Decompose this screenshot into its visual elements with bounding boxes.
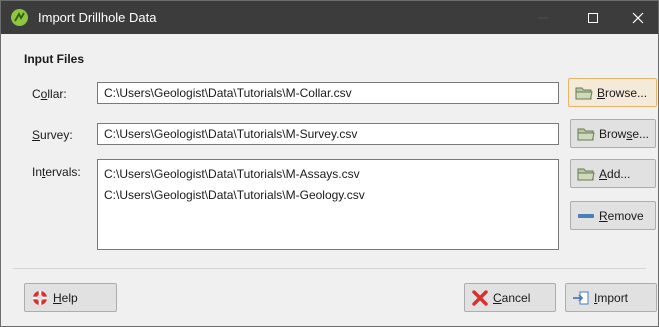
add-intervals-button[interactable]: Add... [570, 159, 656, 188]
survey-path-field[interactable]: C:\Users\Geologist\Data\Tutorials\M-Surv… [97, 123, 559, 145]
maximize-button[interactable] [570, 1, 616, 34]
add-label: Add... [599, 166, 631, 181]
close-button[interactable] [615, 1, 659, 34]
import-drillhole-dialog: Import Drillhole Data Input Files Collar… [0, 0, 659, 327]
collar-browse-button[interactable]: Browse... [568, 78, 657, 107]
app-icon [11, 9, 28, 26]
folder-icon [575, 87, 593, 99]
window-title: Import Drillhole Data [38, 10, 157, 25]
cancel-label: Cancel [493, 290, 531, 305]
title-bar[interactable]: Import Drillhole Data [1, 1, 658, 34]
list-item[interactable]: C:\Users\Geologist\Data\Tutorials\M-Geol… [104, 185, 552, 206]
maximize-icon [588, 12, 598, 23]
list-item[interactable]: C:\Users\Geologist\Data\Tutorials\M-Assa… [104, 164, 552, 185]
footer-divider [13, 268, 646, 269]
survey-browse-label: Browse... [599, 126, 650, 141]
input-files-heading: Input Files [24, 52, 84, 66]
minimize-button[interactable] [520, 1, 566, 34]
close-icon [632, 12, 644, 23]
help-label: Help [53, 290, 78, 305]
collar-label: Collar: [32, 87, 67, 101]
collar-path-field[interactable]: C:\Users\Geologist\Data\Tutorials\M-Coll… [97, 82, 559, 104]
import-arrow-icon [573, 291, 589, 304]
intervals-label: Intervals: [32, 165, 81, 179]
folder-icon [577, 128, 595, 140]
help-button[interactable]: Help [24, 283, 117, 312]
folder-icon [577, 168, 595, 180]
cancel-button[interactable]: Cancel [464, 283, 556, 312]
lifebuoy-icon [33, 290, 47, 305]
remove-label: Remove [599, 208, 644, 223]
intervals-file-list[interactable]: C:\Users\Geologist\Data\Tutorials\M-Assa… [97, 159, 559, 250]
minus-bar-icon [578, 213, 594, 218]
survey-label: Survey: [32, 128, 73, 142]
remove-intervals-button[interactable]: Remove [570, 201, 656, 230]
survey-browse-button[interactable]: Browse... [570, 119, 656, 148]
import-label: Import [594, 290, 629, 305]
import-button[interactable]: Import [565, 283, 657, 312]
collar-browse-label: Browse... [597, 85, 648, 100]
red-x-icon [472, 289, 488, 306]
minimize-icon [538, 17, 548, 18]
